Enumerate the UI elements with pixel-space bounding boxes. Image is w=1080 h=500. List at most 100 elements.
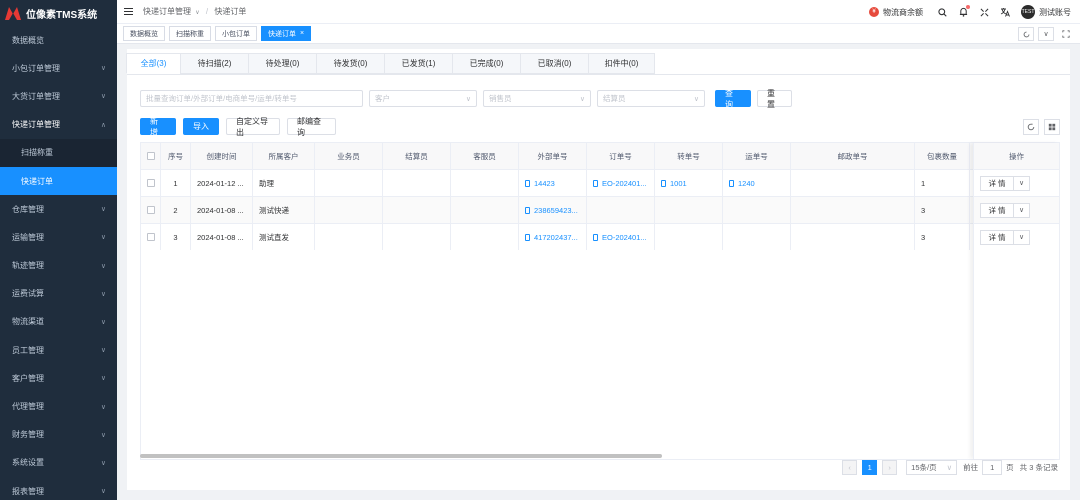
copy-icon[interactable] xyxy=(593,233,598,241)
copy-icon[interactable] xyxy=(593,179,598,187)
checkbox[interactable] xyxy=(146,152,155,160)
detail-button[interactable]: 详 情 xyxy=(980,175,1014,191)
row-checkbox-cell[interactable] xyxy=(141,170,161,196)
sidebar-item[interactable]: 数据概览 xyxy=(0,26,117,54)
cell-value[interactable]: 238659423... xyxy=(534,206,578,215)
search-icon[interactable] xyxy=(937,7,947,17)
sidebar-item[interactable]: 仓库管理 ∨ xyxy=(0,195,117,223)
status-tab[interactable]: 待处理(0) xyxy=(248,53,317,74)
select-all-checkbox[interactable] xyxy=(141,143,161,169)
status-tab[interactable]: 已发货(1) xyxy=(384,53,453,74)
bell-icon[interactable] xyxy=(958,5,970,17)
app-logo[interactable]: 位像素TMS系统 xyxy=(0,0,117,26)
settler-select[interactable]: 结算员 ∨ xyxy=(597,90,705,107)
next-page-button[interactable]: › xyxy=(882,460,898,475)
add-button[interactable]: 新 增 xyxy=(140,117,176,137)
status-tab[interactable]: 待发货(0) xyxy=(316,53,385,74)
sales-select[interactable]: 销售员 ∨ xyxy=(483,90,591,107)
sidebar-item[interactable]: 报表管理 ∨ xyxy=(0,477,117,500)
page-size-select[interactable]: 15条/页 ∨ xyxy=(906,460,958,475)
cell-value[interactable]: 14423 xyxy=(534,179,555,188)
chevron-down-icon[interactable]: ∨ xyxy=(1038,27,1054,41)
tag-item[interactable]: 数据概览 xyxy=(123,26,165,41)
copy-icon[interactable] xyxy=(729,179,734,187)
detail-split-button[interactable]: 详 情 ∨ xyxy=(980,229,1030,245)
sidebar-subitem[interactable]: 快递订单 xyxy=(0,166,117,196)
sidebar-item[interactable]: 财务管理 ∨ xyxy=(0,421,117,449)
copy-link[interactable]: 1001 xyxy=(661,179,687,188)
goto-page-input[interactable]: 1 xyxy=(982,460,1003,475)
status-tab[interactable]: 已取消(0) xyxy=(520,53,589,74)
expand-tab-icon[interactable] xyxy=(1058,27,1074,41)
detail-button[interactable]: 详 情 xyxy=(980,229,1014,245)
copy-link[interactable]: 14423 xyxy=(525,179,555,188)
row-checkbox-cell[interactable] xyxy=(141,224,161,250)
copy-link[interactable]: 417202437... xyxy=(525,233,578,242)
tag-item[interactable]: 扫描称重 xyxy=(169,26,211,41)
avatar[interactable]: TEST xyxy=(1021,5,1035,19)
balance-button[interactable]: ¥ 物流商余额 xyxy=(869,7,923,18)
table-row[interactable]: 1 2024-01-12 ... 助理 14423 EO-202401... 1001 12… xyxy=(141,169,974,196)
sidebar-item[interactable]: 轨迹管理 ∨ xyxy=(0,252,117,280)
row-checkbox-cell[interactable] xyxy=(141,197,161,223)
sidebar-item[interactable]: 物流渠道 ∨ xyxy=(0,308,117,336)
close-icon[interactable]: × xyxy=(300,30,304,37)
reset-button[interactable]: 重 置 xyxy=(757,89,792,109)
refresh-icon[interactable] xyxy=(1023,119,1039,135)
cell-value[interactable]: EO-202401... xyxy=(602,233,647,242)
status-tab[interactable]: 全部(3) xyxy=(126,53,181,74)
detail-split-button[interactable]: 详 情 ∨ xyxy=(980,175,1030,191)
user-name[interactable]: 测试账号 xyxy=(1039,7,1071,18)
sidebar-item[interactable]: 大货订单管理 ∨ xyxy=(0,82,117,110)
hamburger-icon[interactable] xyxy=(124,8,133,15)
customer-select[interactable]: 客户 ∨ xyxy=(369,90,477,107)
sidebar-item[interactable]: 代理管理 ∨ xyxy=(0,392,117,420)
row-checkbox[interactable] xyxy=(146,206,155,214)
translate-icon[interactable] xyxy=(1000,7,1010,17)
tag-item[interactable]: 小包订单 xyxy=(215,26,257,41)
postal-query-button[interactable]: 邮编查询 xyxy=(287,117,336,137)
page-number[interactable]: 1 xyxy=(862,460,878,475)
search-button[interactable]: 查 询 xyxy=(715,89,751,109)
breadcrumb-parent[interactable]: 快递订单管理 xyxy=(143,7,191,16)
cell-value[interactable]: 1240 xyxy=(738,179,755,188)
custom-export-button[interactable]: 自定义导出 xyxy=(226,117,280,137)
columns-icon[interactable] xyxy=(1044,119,1060,135)
sidebar-subitem[interactable]: 扫描称重 xyxy=(0,138,117,167)
refresh-tab-icon[interactable] xyxy=(1018,27,1034,41)
copy-link[interactable]: 1240 xyxy=(729,179,755,188)
sidebar-item[interactable]: 客户管理 ∨ xyxy=(0,364,117,392)
copy-icon[interactable] xyxy=(661,179,666,187)
status-tab[interactable]: 扣件中(0) xyxy=(588,53,655,74)
sidebar-item[interactable]: 快递订单管理 ∧ xyxy=(0,111,117,139)
status-tab[interactable]: 已完成(0) xyxy=(452,53,521,74)
chevron-down-icon[interactable]: ∨ xyxy=(1014,202,1030,218)
cell-value[interactable]: 417202437... xyxy=(534,233,578,242)
row-checkbox[interactable] xyxy=(146,233,155,241)
copy-icon[interactable] xyxy=(525,233,530,241)
sidebar-item[interactable]: 系统设置 ∨ xyxy=(0,449,117,477)
sidebar-item[interactable]: 运输管理 ∨ xyxy=(0,223,117,251)
copy-link[interactable]: EO-202401... xyxy=(593,233,647,242)
copy-link[interactable]: 238659423... xyxy=(525,206,578,215)
row-checkbox[interactable] xyxy=(146,179,155,187)
fullscreen-icon[interactable] xyxy=(979,7,989,17)
cell-value[interactable]: 1001 xyxy=(670,179,687,188)
chevron-down-icon[interactable]: ∨ xyxy=(1014,229,1030,245)
sidebar-item[interactable]: 小包订单管理 ∨ xyxy=(0,54,117,82)
tag-item[interactable]: 快递订单 × xyxy=(261,26,312,41)
detail-split-button[interactable]: 详 情 ∨ xyxy=(980,202,1030,218)
prev-page-button[interactable]: ‹ xyxy=(842,460,858,475)
table-row[interactable]: 2 2024-01-08 ... 测试快递 238659423... 3 xyxy=(141,196,974,223)
chevron-down-icon[interactable]: ∨ xyxy=(1014,175,1030,191)
status-tab[interactable]: 待扫描(2) xyxy=(180,53,249,74)
copy-icon[interactable] xyxy=(525,179,530,187)
detail-button[interactable]: 详 情 xyxy=(980,202,1014,218)
copy-icon[interactable] xyxy=(525,206,530,214)
import-button[interactable]: 导入 xyxy=(183,118,219,135)
copy-link[interactable]: EO-202401... xyxy=(593,179,647,188)
cell-value[interactable]: EO-202401... xyxy=(602,179,647,188)
batch-search-input[interactable]: 批量查询订单/外部订单/电商单号/运单/转单号 xyxy=(140,90,363,107)
sidebar-item[interactable]: 运费试算 ∨ xyxy=(0,280,117,308)
sidebar-item[interactable]: 员工管理 ∨ xyxy=(0,336,117,364)
